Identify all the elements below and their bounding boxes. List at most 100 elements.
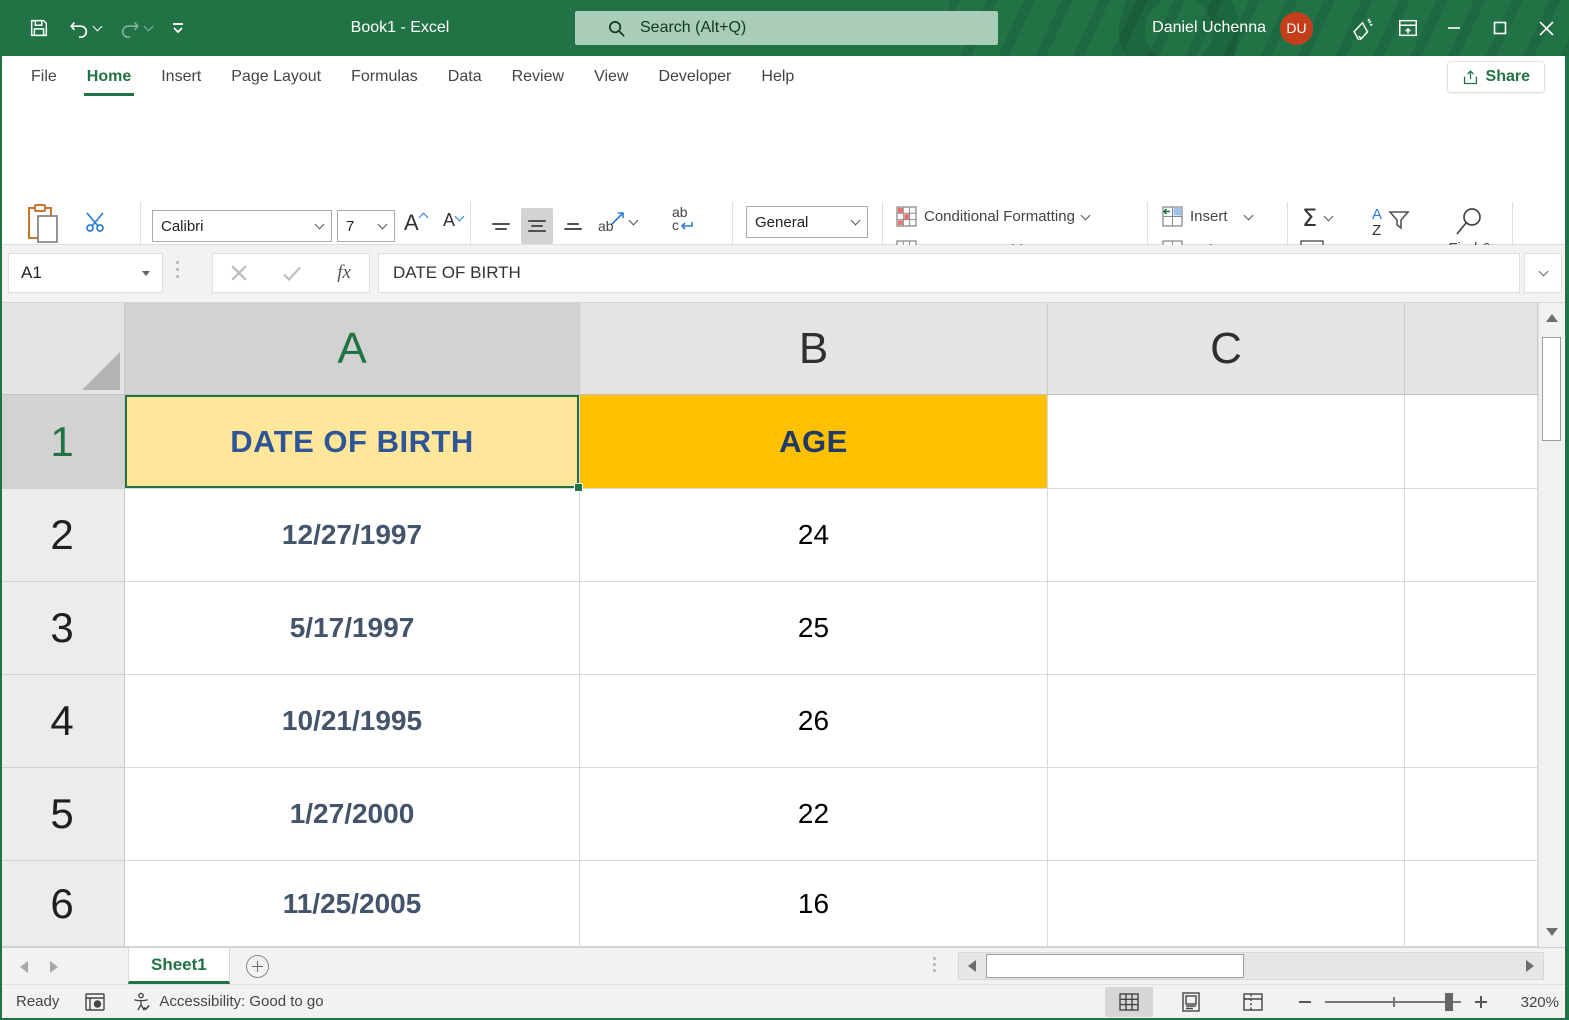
number-format-select[interactable]: General <box>746 206 868 238</box>
zoom-in-button[interactable] <box>1475 996 1487 1008</box>
tab-data[interactable]: Data <box>433 56 497 98</box>
vertical-scroll-thumb[interactable] <box>1542 337 1561 441</box>
cell-d3-partial[interactable] <box>1405 582 1538 675</box>
cell-d5-partial[interactable] <box>1405 768 1538 861</box>
tab-scrollbar-grip[interactable] <box>933 957 936 972</box>
previous-sheet-button[interactable] <box>20 961 28 973</box>
font-name-select[interactable]: Calibri <box>152 210 332 242</box>
font-size-select[interactable]: 7 <box>337 210 395 242</box>
horizontal-scrollbar[interactable] <box>958 952 1544 980</box>
orientation-button[interactable]: ab <box>598 210 637 234</box>
cell-a4[interactable]: 10/21/1995 <box>125 675 580 768</box>
cell-a2[interactable]: 12/27/1997 <box>125 489 580 582</box>
tab-view[interactable]: View <box>579 56 643 98</box>
row-header-4[interactable]: 4 <box>0 675 125 768</box>
column-header-b[interactable]: B <box>580 303 1048 395</box>
row-header-6[interactable]: 6 <box>0 861 125 947</box>
zoom-level[interactable]: 320% <box>1507 994 1559 1011</box>
top-align-button[interactable] <box>486 211 516 241</box>
page-break-preview-button[interactable] <box>1229 987 1277 1017</box>
row-header-2[interactable]: 2 <box>0 489 125 582</box>
row-header-1[interactable]: 1 <box>0 395 125 489</box>
tab-page-layout[interactable]: Page Layout <box>216 56 336 98</box>
macro-recording-button[interactable] <box>85 993 105 1011</box>
cell-b6[interactable]: 16 <box>580 861 1048 947</box>
formula-bar-expand-button[interactable] <box>1524 253 1562 293</box>
wrap-text-button[interactable]: ab c <box>672 206 694 232</box>
cell-d6-partial[interactable] <box>1405 861 1538 947</box>
column-header-c[interactable]: C <box>1048 303 1405 395</box>
user-name[interactable]: Daniel Uchenna <box>1152 19 1266 37</box>
new-sheet-button[interactable] <box>246 955 269 978</box>
undo-button[interactable] <box>64 11 105 45</box>
cell-c6[interactable] <box>1048 861 1405 947</box>
row-header-5[interactable]: 5 <box>0 768 125 861</box>
next-sheet-button[interactable] <box>50 961 58 973</box>
decrease-font-size-button[interactable]: A <box>443 210 463 231</box>
column-header-a[interactable]: A <box>125 303 580 395</box>
insert-cells-button[interactable]: Insert <box>1162 206 1252 227</box>
cell-a3[interactable]: 5/17/1997 <box>125 582 580 675</box>
customize-quick-access-button[interactable] <box>166 15 190 41</box>
minimize-button[interactable] <box>1431 0 1477 56</box>
search-input[interactable]: Search (Alt+Q) <box>575 11 998 45</box>
middle-align-button[interactable] <box>521 208 553 244</box>
zoom-slider-track[interactable] <box>1325 1001 1461 1003</box>
conditional-formatting-button[interactable]: Conditional Formatting <box>896 206 1089 227</box>
insert-function-button[interactable]: fx <box>337 262 351 284</box>
tab-developer[interactable]: Developer <box>643 56 746 98</box>
cell-d4-partial[interactable] <box>1405 675 1538 768</box>
sheet-tab-sheet1[interactable]: Sheet1 <box>128 948 230 984</box>
cell-a5[interactable]: 1/27/2000 <box>125 768 580 861</box>
cell-c2[interactable] <box>1048 489 1405 582</box>
cell-b2[interactable]: 24 <box>580 489 1048 582</box>
save-button[interactable] <box>24 11 54 45</box>
autosum-button[interactable]: Σ <box>1302 204 1332 232</box>
scroll-down-button[interactable] <box>1540 917 1564 947</box>
tab-formulas[interactable]: Formulas <box>336 56 433 98</box>
scroll-up-button[interactable] <box>1540 303 1564 333</box>
cell-b4[interactable]: 26 <box>580 675 1048 768</box>
enter-icon[interactable] <box>283 266 301 281</box>
user-avatar[interactable]: DU <box>1280 12 1313 45</box>
scroll-left-button[interactable] <box>959 953 985 979</box>
tab-review[interactable]: Review <box>497 56 579 98</box>
row-header-3[interactable]: 3 <box>0 582 125 675</box>
name-box[interactable]: A1 <box>8 253 163 293</box>
page-layout-view-button[interactable] <box>1167 987 1215 1017</box>
scroll-right-button[interactable] <box>1517 953 1543 979</box>
maximize-button[interactable] <box>1477 0 1523 56</box>
vertical-scrollbar[interactable] <box>1538 303 1564 947</box>
cancel-icon[interactable] <box>231 265 247 281</box>
cell-b1[interactable]: AGE <box>580 395 1048 489</box>
formula-input[interactable]: DATE OF BIRTH <box>378 253 1520 293</box>
cut-button[interactable] <box>84 210 108 234</box>
redo-button[interactable] <box>115 11 156 45</box>
cell-a1-selected[interactable]: DATE OF BIRTH <box>125 395 580 489</box>
cell-b3[interactable]: 25 <box>580 582 1048 675</box>
cell-c3[interactable] <box>1048 582 1405 675</box>
cell-d2-partial[interactable] <box>1405 489 1538 582</box>
select-all-button[interactable] <box>0 303 125 395</box>
column-header-partial[interactable] <box>1405 303 1538 395</box>
cell-b5[interactable]: 22 <box>580 768 1048 861</box>
normal-view-button[interactable] <box>1105 987 1153 1017</box>
zoom-out-button[interactable] <box>1299 1001 1311 1003</box>
close-button[interactable] <box>1523 0 1569 56</box>
bottom-align-button[interactable] <box>558 211 588 241</box>
tab-file[interactable]: File <box>16 56 72 98</box>
cell-a6[interactable]: 11/25/2005 <box>125 861 580 947</box>
formula-bar-grip[interactable] <box>176 261 179 278</box>
share-button[interactable]: Share <box>1447 61 1545 93</box>
horizontal-scroll-thumb[interactable] <box>986 954 1244 978</box>
cell-c5[interactable] <box>1048 768 1405 861</box>
cell-c4[interactable] <box>1048 675 1405 768</box>
cell-c1[interactable] <box>1048 395 1405 489</box>
tab-insert[interactable]: Insert <box>146 56 216 98</box>
ribbon-display-options-button[interactable] <box>1385 0 1431 56</box>
coming-soon-button[interactable] <box>1339 0 1385 56</box>
increase-font-size-button[interactable]: A <box>404 210 427 236</box>
cell-d1-partial[interactable] <box>1405 395 1538 489</box>
tab-help[interactable]: Help <box>746 56 809 98</box>
zoom-slider-thumb[interactable] <box>1445 993 1453 1011</box>
